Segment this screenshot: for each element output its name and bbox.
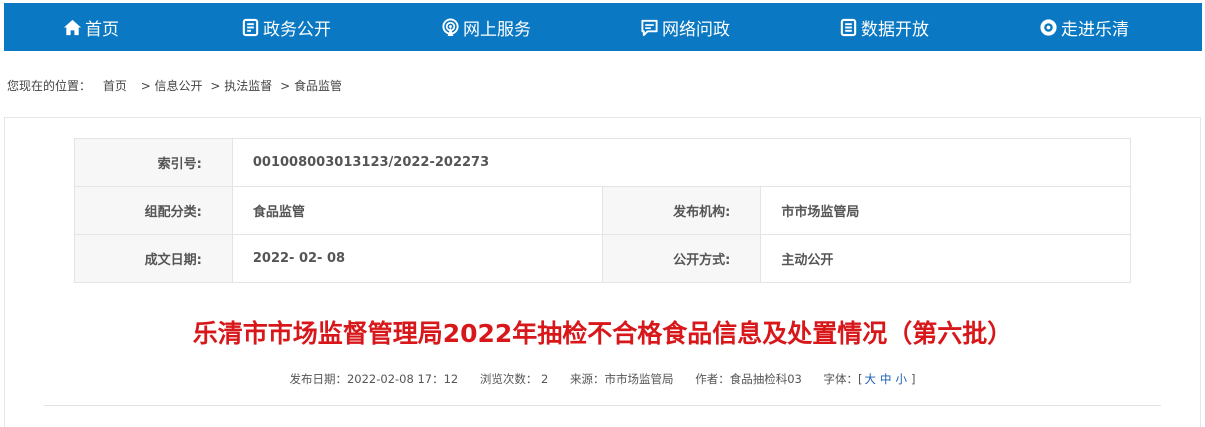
metadata-table: 索引号: 001008003013123/2022-202273 组配分类: 食…	[74, 138, 1132, 283]
category-value: 食品监管	[231, 186, 603, 235]
index-value: 001008003013123/2022-202273	[231, 138, 1132, 187]
divider	[44, 405, 1161, 406]
nav-label: 政务公开	[263, 19, 331, 40]
breadcrumb: 您现在的位置： 首页 > 信息公开 > 执法监督 > 食品监管	[7, 77, 346, 94]
font-size-label: 字体：[	[823, 372, 863, 386]
top-nav: 首页 政务公开 网上服务 网络问政 数据开放 走进乐清	[4, 3, 1202, 51]
eye-icon	[1038, 17, 1058, 37]
nav-item-data-open[interactable]: 数据开放	[838, 3, 929, 51]
date-value: 2022- 02- 08	[231, 234, 603, 283]
nav-item-home[interactable]: 首页	[62, 3, 119, 51]
breadcrumb-food-supervision[interactable]: > 食品监管	[280, 79, 342, 93]
breadcrumb-enforcement[interactable]: > 执法监督	[210, 79, 272, 93]
publisher-label: 发布机构:	[601, 186, 762, 235]
document-icon	[240, 17, 260, 37]
article-info: 发布日期：2022-02-08 17：12 浏览次数： 2 来源：市市场监管局 …	[0, 371, 1205, 387]
method-value: 主动公开	[760, 234, 1131, 283]
font-size-medium-button[interactable]: 中	[880, 372, 892, 386]
font-size-end: ]	[911, 372, 916, 386]
breadcrumb-prefix: 您现在的位置：	[7, 79, 92, 93]
article-author: 作者：食品抽检科03	[695, 372, 802, 386]
nav-label: 数据开放	[861, 19, 929, 40]
view-count: 浏览次数： 2	[479, 372, 549, 386]
font-size-large-button[interactable]: 大	[865, 372, 877, 386]
table-row: 组配分类: 食品监管 发布机构: 市市场监管局	[74, 186, 1131, 235]
nav-item-about-yueqing[interactable]: 走进乐清	[1038, 3, 1129, 51]
breadcrumb-home[interactable]: 首页	[103, 79, 127, 93]
nav-item-online-service[interactable]: 网上服务	[440, 3, 531, 51]
broadcast-icon	[440, 17, 460, 37]
nav-label: 首页	[85, 19, 119, 40]
method-label: 公开方式:	[601, 234, 762, 283]
article-title: 乐清市市场监督管理局2022年抽检不合格食品信息及处置情况（第六批）	[192, 319, 1013, 348]
nav-label: 网上服务	[463, 19, 531, 40]
nav-label: 走进乐清	[1061, 19, 1129, 40]
nav-item-gov-affairs[interactable]: 政务公开	[240, 3, 331, 51]
article-source: 来源：市市场监管局	[570, 372, 674, 386]
nav-item-online-politics[interactable]: 网络问政	[639, 3, 730, 51]
table-row: 成文日期: 2022- 02- 08 公开方式: 主动公开	[74, 234, 1131, 283]
breadcrumb-info-open[interactable]: > 信息公开	[141, 79, 203, 93]
date-label: 成文日期:	[74, 234, 233, 283]
publish-date: 发布日期：2022-02-08 17：12	[289, 372, 459, 386]
publisher-value: 市市场监管局	[760, 186, 1131, 235]
chat-icon	[639, 17, 659, 37]
nav-label: 网络问政	[662, 19, 730, 40]
category-label: 组配分类:	[74, 186, 233, 235]
font-size-small-button[interactable]: 小	[896, 372, 908, 386]
table-row: 索引号: 001008003013123/2022-202273	[74, 138, 1132, 187]
data-icon	[838, 17, 858, 37]
index-label: 索引号:	[74, 138, 233, 187]
home-icon	[62, 17, 82, 37]
